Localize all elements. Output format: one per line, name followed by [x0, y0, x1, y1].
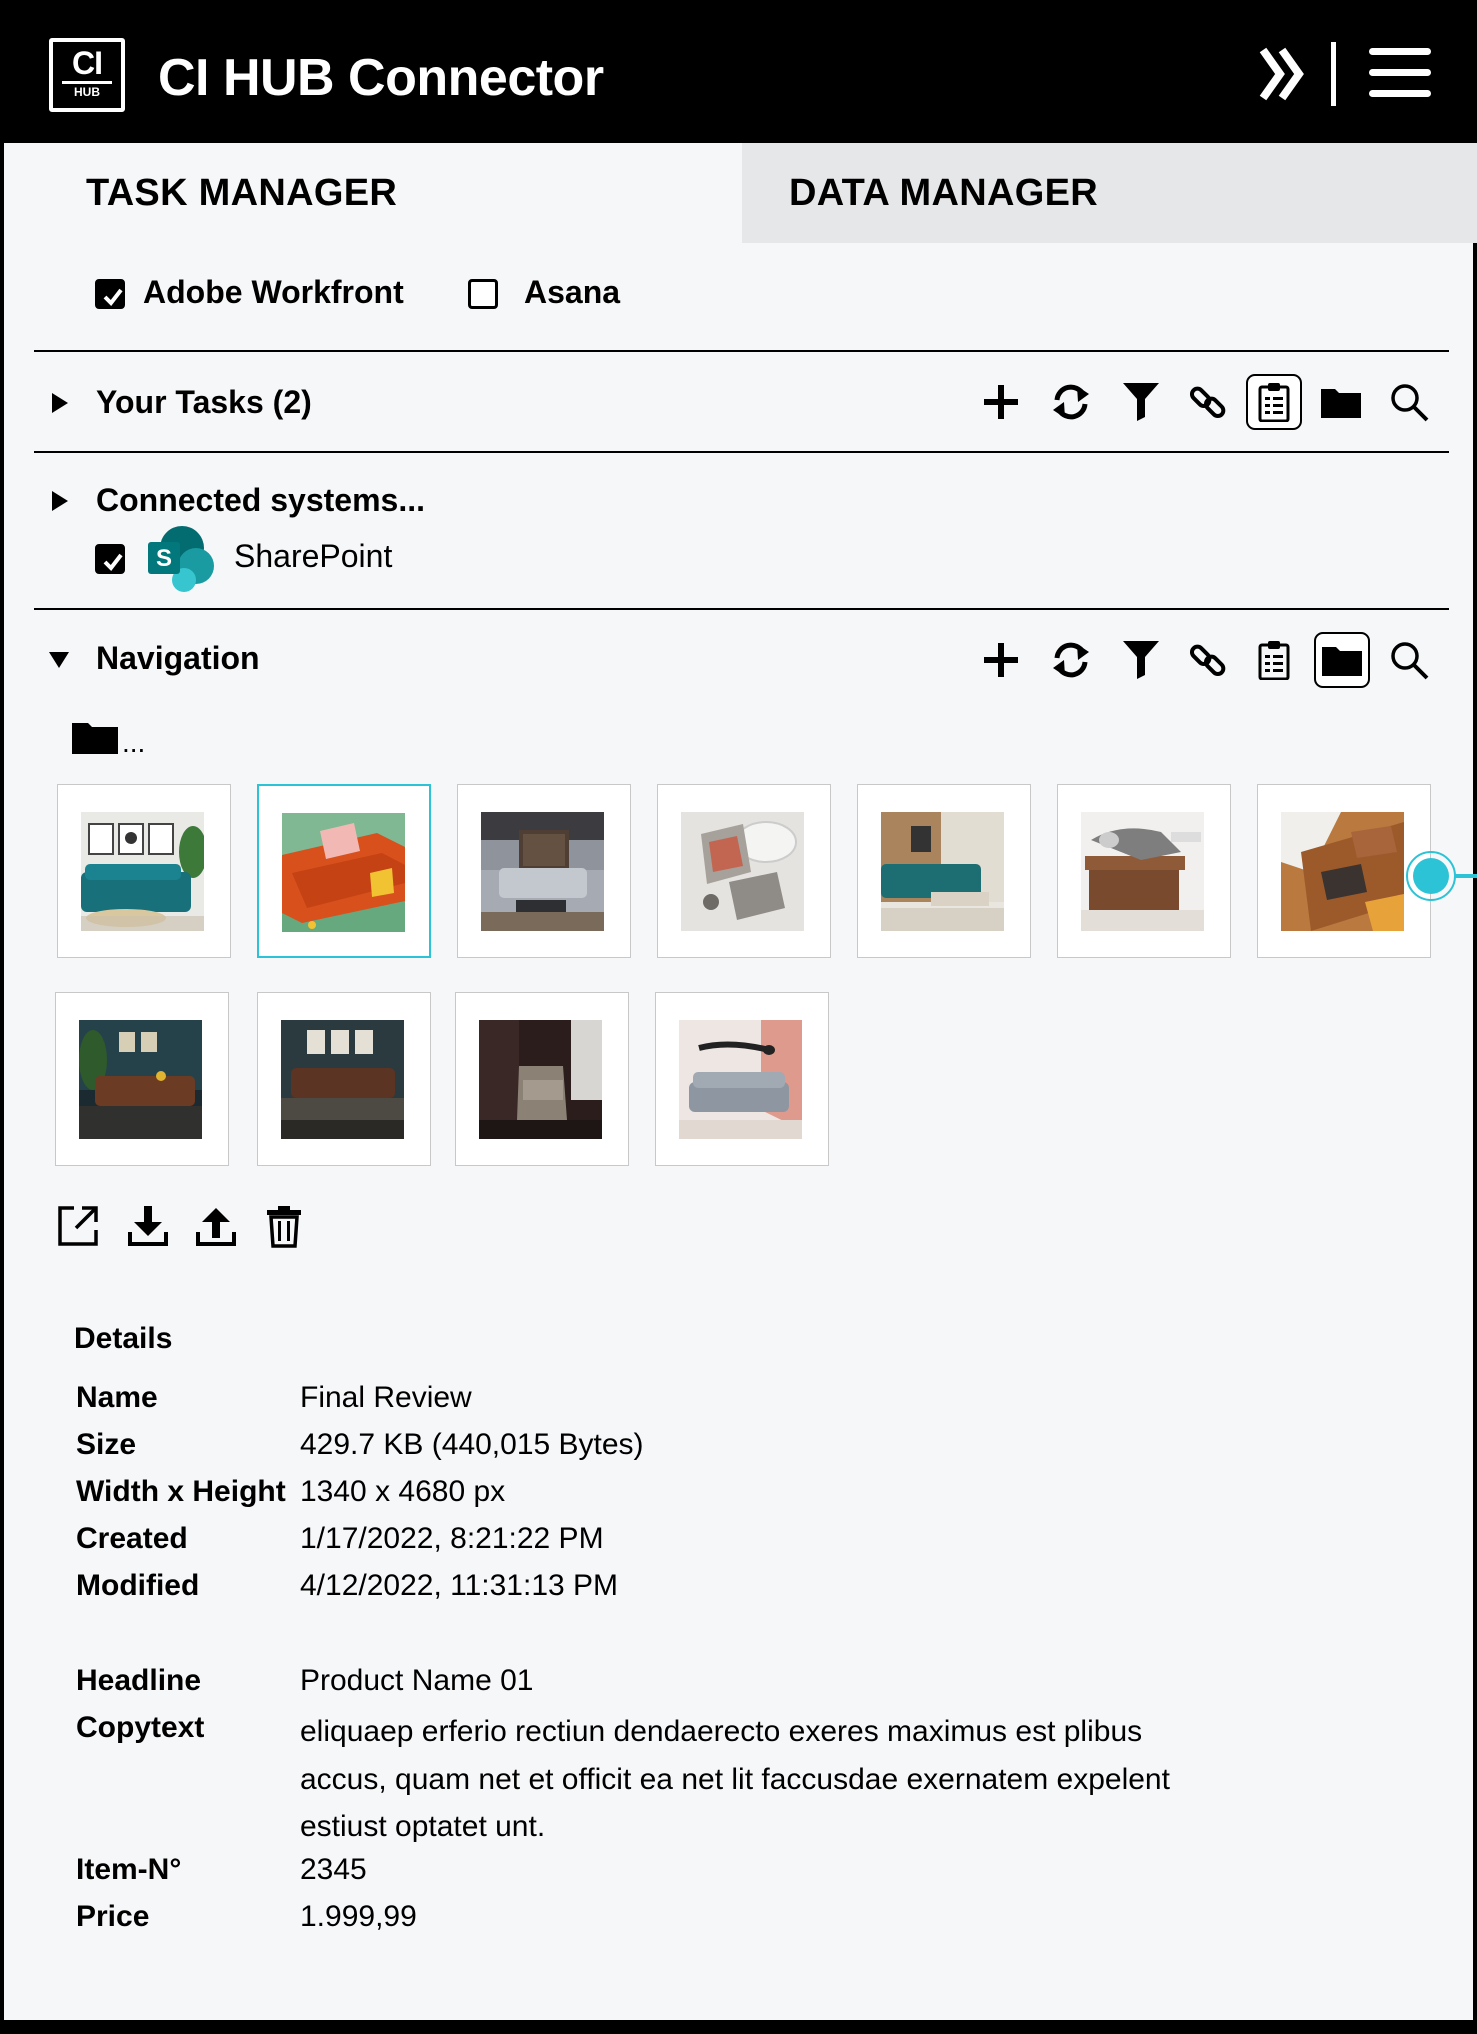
sync-icon[interactable]	[1043, 374, 1099, 430]
hamburger-menu-icon[interactable]	[1369, 46, 1431, 105]
thumbnail[interactable]	[257, 992, 431, 1166]
search-icon[interactable]	[1381, 632, 1437, 688]
detail-value: Final Review	[300, 1381, 472, 1414]
folder-icon[interactable]	[72, 720, 118, 759]
thumbnail[interactable]	[1057, 784, 1231, 958]
asana-label: Asana	[524, 274, 621, 310]
meta-label: Price	[76, 1900, 150, 1933]
meta-label: Headline	[76, 1664, 202, 1697]
detail-label: Created	[76, 1522, 188, 1555]
thumbnail[interactable]	[857, 784, 1031, 958]
navigation-title[interactable]: Navigation	[96, 640, 260, 676]
tab-data-manager[interactable]: DATA MANAGER	[742, 143, 1477, 243]
folder-path[interactable]: ...	[122, 728, 145, 758]
thumbnail[interactable]	[257, 784, 431, 958]
divider	[34, 350, 1449, 352]
plugin-panel: CI HUB CI HUB Connector TASK MANAGER DAT…	[0, 0, 1477, 2034]
sync-icon[interactable]	[1043, 632, 1099, 688]
thumbnail[interactable]	[57, 784, 231, 958]
tab-task-manager[interactable]: TASK MANAGER	[8, 143, 742, 243]
trash-icon[interactable]	[266, 1204, 302, 1253]
your-tasks-title[interactable]: Your Tasks (2)	[96, 384, 312, 420]
detail-value: 4/12/2022, 11:31:13 PM	[300, 1569, 619, 1602]
connected-systems-title[interactable]: Connected systems...	[96, 482, 425, 518]
folder-icon[interactable]	[1314, 632, 1370, 688]
link-icon[interactable]	[1180, 374, 1236, 430]
download-icon[interactable]	[126, 1204, 170, 1253]
caret-down-icon[interactable]	[48, 650, 70, 675]
filter-icon[interactable]	[1113, 374, 1169, 430]
thumbnail-image	[282, 813, 405, 932]
thumbnail-image	[79, 1020, 202, 1139]
thumbnail[interactable]	[455, 992, 629, 1166]
thumbnail-image	[479, 1020, 602, 1139]
thumbnail[interactable]	[655, 992, 829, 1166]
plus-icon[interactable]	[973, 632, 1029, 688]
upload-icon[interactable]	[194, 1204, 238, 1253]
double-chevron-right-icon[interactable]	[1258, 44, 1308, 109]
clipboard-icon[interactable]	[1246, 632, 1302, 688]
folder-icon[interactable]	[1313, 374, 1369, 430]
detail-value: 429.7 KB (440,015 Bytes)	[300, 1428, 644, 1461]
detail-label: Modified	[76, 1569, 200, 1602]
thumbnail-image	[679, 1020, 802, 1139]
logo-sub-text: HUB	[62, 81, 112, 99]
asana-checkbox[interactable]	[468, 279, 498, 309]
plus-icon[interactable]	[973, 374, 1029, 430]
adobe-workfront-checkbox[interactable]	[95, 279, 125, 309]
detail-label: Width x Height	[76, 1475, 286, 1508]
detail-value: 1/17/2022, 8:21:22 PM	[300, 1522, 604, 1555]
divider	[34, 608, 1449, 610]
thumbnail[interactable]	[657, 784, 831, 958]
filter-icon[interactable]	[1113, 632, 1169, 688]
thumbnail-image	[281, 1020, 404, 1139]
bottom-border	[4, 2020, 1477, 2034]
detail-label: Size	[76, 1428, 137, 1461]
ci-hub-logo: CI HUB	[49, 38, 125, 112]
meta-value: Product Name 01	[300, 1664, 534, 1697]
meta-label: Copytext	[76, 1711, 205, 1744]
adobe-workfront-label: Adobe Workfront	[143, 274, 404, 310]
thumbnail[interactable]	[457, 784, 631, 958]
sharepoint-checkbox[interactable]	[95, 544, 125, 574]
open-external-icon[interactable]	[56, 1204, 100, 1253]
thumbnail-image	[681, 812, 804, 931]
clipboard-icon[interactable]	[1246, 374, 1302, 430]
divider	[34, 451, 1449, 453]
resize-handle-icon[interactable]	[1405, 848, 1477, 909]
thumbnail-image	[1081, 812, 1204, 931]
detail-label: Name	[76, 1381, 158, 1414]
app-header: CI HUB CI HUB Connector	[4, 0, 1477, 143]
thumbnail[interactable]	[55, 992, 229, 1166]
meta-value: 1.999,99	[300, 1900, 417, 1933]
thumbnail-image	[1281, 812, 1404, 931]
link-icon[interactable]	[1180, 632, 1236, 688]
search-icon[interactable]	[1381, 374, 1437, 430]
sharepoint-logo-letter: S	[156, 545, 172, 572]
sharepoint-label: SharePoint	[234, 538, 393, 574]
copytext-value: eliquaep erferio rectiun dendaerecto exe…	[300, 1715, 1170, 1843]
meta-value: 2345	[300, 1853, 367, 1886]
header-divider	[1331, 42, 1336, 106]
thumbnail-image	[881, 812, 1004, 931]
thumbnail-image	[481, 812, 604, 931]
logo-main-text: CI	[72, 45, 103, 81]
caret-right-icon[interactable]	[50, 392, 70, 419]
caret-right-icon[interactable]	[50, 490, 70, 517]
thumbnail-image	[81, 812, 204, 931]
app-title: CI HUB Connector	[158, 49, 604, 107]
sharepoint-logo-icon: S	[146, 524, 218, 597]
meta-label: Item-N°	[76, 1853, 182, 1886]
detail-value: 1340 x 4680 px	[300, 1475, 506, 1508]
details-title: Details	[74, 1322, 173, 1355]
